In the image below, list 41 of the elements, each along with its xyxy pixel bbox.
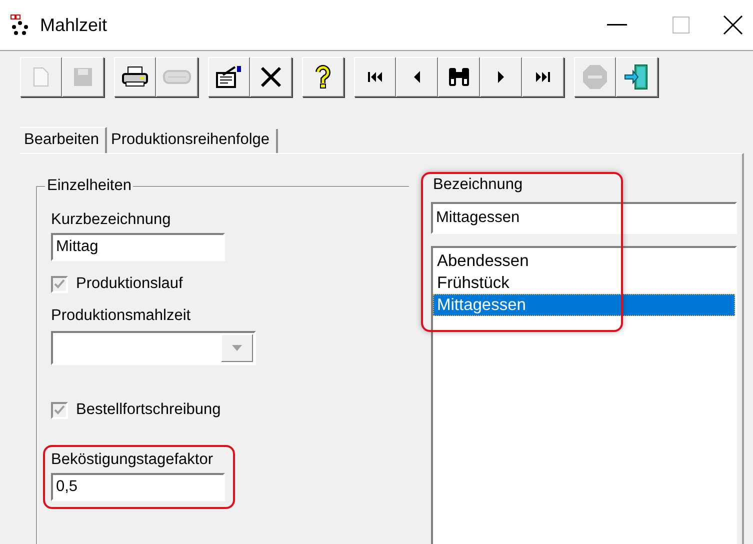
toolbar-button[interactable]	[114, 57, 156, 97]
toolbar-button[interactable]	[208, 57, 250, 97]
toolbar-button[interactable]	[354, 57, 396, 97]
last-record-icon	[535, 71, 551, 83]
input-field[interactable]: 0,5	[51, 473, 225, 501]
document-icon	[33, 67, 49, 87]
checkmark-icon	[54, 405, 65, 415]
stop-sign-icon	[582, 64, 608, 90]
list-item[interactable]: Frühstück	[433, 272, 735, 294]
window-title: Mahlzeit	[40, 14, 108, 36]
binoculars-icon	[447, 67, 471, 87]
toolbar-button[interactable]	[438, 57, 480, 97]
list-item[interactable]: Mittagessen	[433, 294, 735, 316]
properties-icon	[215, 65, 243, 89]
previous-icon	[413, 70, 421, 84]
caret-icon	[232, 345, 242, 351]
close-icon	[260, 66, 282, 88]
next-icon	[497, 70, 505, 84]
toolbar-button[interactable]	[250, 57, 292, 97]
list-item[interactable]: Abendessen	[433, 250, 735, 272]
field-label: Beköstigungstagefaktor	[51, 451, 214, 469]
first-record-icon	[367, 71, 383, 83]
input-field[interactable]: Mittag	[51, 233, 225, 261]
minimize-icon	[607, 24, 627, 26]
checkbox-label: Produktionslauf	[76, 275, 183, 293]
checkmark-icon	[54, 279, 65, 289]
field-label: Produktionsmahlzeit	[51, 307, 192, 325]
toolbar-button[interactable]	[302, 57, 344, 97]
toolbar-button[interactable]	[522, 57, 564, 97]
checkbox-label: Bestellfortschreibung	[76, 401, 221, 419]
question-mark-icon	[315, 65, 331, 89]
field-label: Bezeichnung	[432, 176, 524, 194]
close-icon	[723, 15, 743, 35]
bar-icon	[163, 69, 191, 85]
app-icon	[10, 14, 30, 36]
maximize-icon	[672, 16, 690, 34]
input-field[interactable]: Mittagessen	[431, 202, 737, 234]
toolbar-button[interactable]	[616, 57, 658, 97]
printer-icon	[121, 66, 149, 88]
field-label: Kurzbezeichnung	[51, 211, 172, 229]
tab[interactable]: Bearbeiten	[20, 127, 107, 153]
